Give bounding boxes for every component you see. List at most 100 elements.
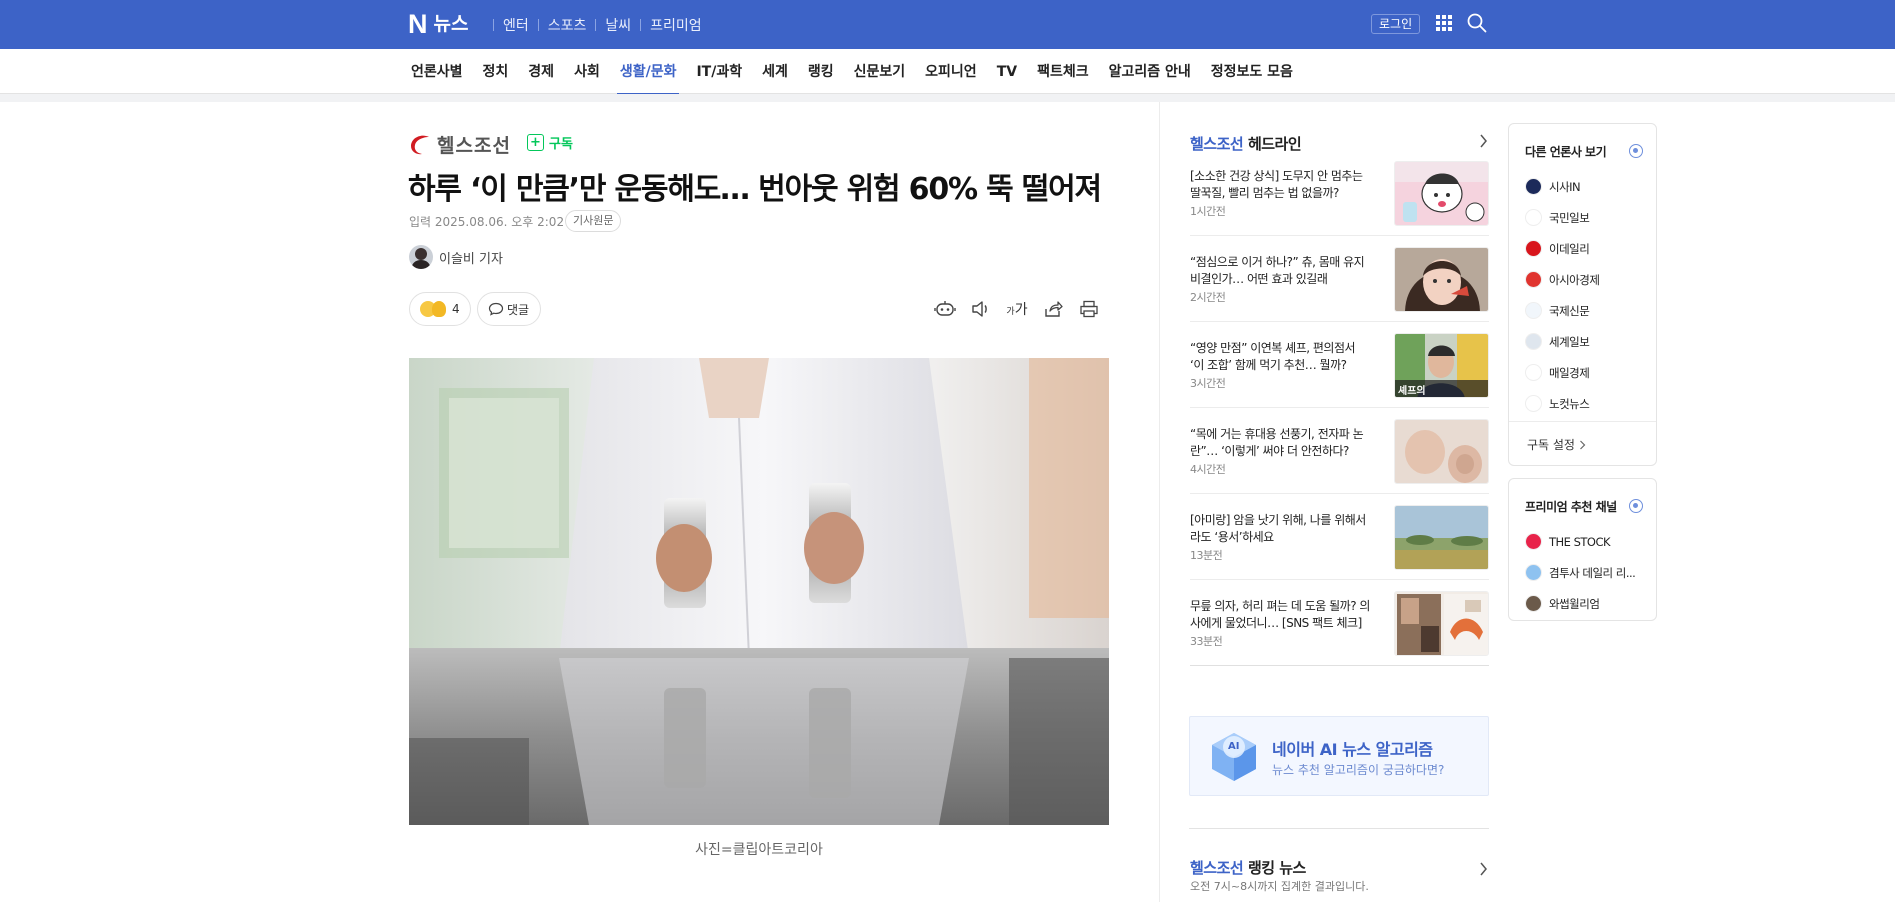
- reaction-count: 4: [452, 302, 460, 316]
- news-thumbnail[interactable]: [1394, 419, 1489, 484]
- subscribe-button[interactable]: + 구독: [527, 133, 573, 152]
- font-size-small-glyph: 가: [1006, 307, 1015, 317]
- channel-item[interactable]: 겸투사 데일리 리...: [1525, 557, 1636, 588]
- channel-logo-icon: [1525, 533, 1542, 550]
- share-icon: [1045, 301, 1063, 317]
- ranking-title-label: 랭킹 뉴스: [1247, 859, 1306, 877]
- press-item-name: 국제신문: [1549, 303, 1590, 318]
- section-divider: [1189, 828, 1489, 829]
- press-logo[interactable]: 헬스조선: [409, 131, 511, 158]
- apps-grid-icon[interactable]: [1436, 15, 1452, 31]
- reporter-avatar: [409, 245, 433, 269]
- channel-logo-icon: [1525, 595, 1542, 612]
- ai-cube-icon: AI: [1208, 729, 1260, 787]
- category-opinion[interactable]: 오피니언: [915, 49, 987, 94]
- subscription-settings-link[interactable]: 구독 설정: [1527, 436, 1586, 453]
- channel-item[interactable]: 와썹윌리엄: [1525, 588, 1635, 619]
- category-tv[interactable]: TV: [987, 49, 1027, 94]
- login-button[interactable]: 로그인: [1371, 14, 1421, 34]
- ranking-press-name: 헬스조선: [1190, 859, 1244, 877]
- press-item-name: 아시아경제: [1549, 272, 1600, 287]
- news-title: “목에 거는 휴대용 선풍기, 전자파 논란”… ‘이렇게’ 써야 더 안전하다…: [1190, 427, 1364, 458]
- category-economy[interactable]: 경제: [518, 49, 564, 94]
- category-life-culture[interactable]: 생활/문화: [610, 49, 687, 95]
- category-by-press[interactable]: 언론사별: [401, 49, 473, 94]
- press-logo-icon: [1525, 364, 1542, 381]
- press-item[interactable]: 세계일보: [1525, 326, 1599, 357]
- original-article-button[interactable]: 기사원문: [565, 210, 622, 232]
- premium-title: 프리미엄 추천 채널: [1525, 500, 1617, 514]
- press-item-name: 노컷뉴스: [1549, 396, 1590, 411]
- news-text: “목에 거는 휴대용 선풍기, 전자파 논란”… ‘이렇게’ 써야 더 안전하다…: [1190, 426, 1370, 478]
- press-item[interactable]: 이데일리: [1525, 233, 1599, 264]
- news-text: [소소한 건강 상식] 도무지 안 멈추는 딸꾹질, 빨리 멈추는 법 없을까?…: [1190, 168, 1370, 220]
- top-link-premium[interactable]: 프리미엄: [650, 15, 702, 35]
- list-item[interactable]: [아미랑] 암을 낫기 위해, 나를 위해서라도 ‘용서’하세요 13분전: [1190, 494, 1489, 580]
- article-photo: [409, 358, 1109, 825]
- press-item[interactable]: 매일경제: [1525, 357, 1599, 388]
- category-it-science[interactable]: IT/과학: [686, 49, 752, 94]
- news-thumbnail[interactable]: [1394, 247, 1489, 312]
- top-link-entertainment[interactable]: 엔터: [503, 15, 529, 35]
- refresh-icon[interactable]: [1629, 144, 1643, 158]
- comment-button[interactable]: 댓글: [477, 292, 541, 326]
- list-item[interactable]: “목에 거는 휴대용 선풍기, 전자파 논란”… ‘이렇게’ 써야 더 안전하다…: [1190, 408, 1489, 494]
- list-item[interactable]: “영양 만점” 이연복 셰프, 편의점서 ‘이 조합’ 함께 먹기 추천… 뭘까…: [1190, 322, 1489, 408]
- ai-algorithm-banner[interactable]: AI 네이버 AI 뉴스 알고리즘 뉴스 추천 알고리즘이 궁금하다면?: [1189, 716, 1489, 796]
- channel-item-name: 와썹윌리엄: [1549, 596, 1600, 611]
- nav-separator: [493, 19, 494, 31]
- list-item[interactable]: [소소한 건강 상식] 도무지 안 멈추는 딸꾹질, 빨리 멈추는 법 없을까?…: [1190, 150, 1489, 236]
- news-time: 3시간전: [1190, 377, 1226, 390]
- press-logo-icon: [1525, 240, 1542, 257]
- naver-news-logo[interactable]: N 뉴스: [408, 11, 469, 38]
- category-algorithm[interactable]: 알고리즘 안내: [1099, 49, 1201, 94]
- nav-separator: [537, 19, 539, 31]
- text-to-speech-button[interactable]: [963, 298, 999, 320]
- top-link-sports[interactable]: 스포츠: [548, 15, 587, 35]
- news-thumbnail[interactable]: [1394, 161, 1489, 226]
- print-button[interactable]: [1071, 298, 1107, 320]
- chevron-right-icon: [1580, 440, 1586, 449]
- top-service-nav: 엔터 스포츠 날씨 프리미엄: [484, 15, 702, 35]
- share-button[interactable]: [1035, 298, 1071, 320]
- top-link-weather[interactable]: 날씨: [605, 15, 631, 35]
- category-corrections[interactable]: 정정보도 모음: [1201, 49, 1303, 94]
- news-time: 33분전: [1190, 635, 1223, 648]
- news-thumbnail[interactable]: [1394, 505, 1489, 570]
- news-thumbnail[interactable]: 셰프의: [1394, 333, 1489, 398]
- category-factcheck[interactable]: 팩트체크: [1027, 49, 1099, 94]
- press-item[interactable]: 아시아경제: [1525, 264, 1600, 295]
- news-logo-text: 뉴스: [433, 13, 469, 35]
- category-ranking[interactable]: 랭킹: [798, 49, 844, 94]
- refresh-icon[interactable]: [1629, 499, 1643, 513]
- press-item-name: 이데일리: [1549, 241, 1590, 256]
- news-thumbnail[interactable]: [1394, 591, 1489, 656]
- category-newspaper[interactable]: 신문보기: [844, 49, 916, 94]
- news-title: [아미랑] 암을 낫기 위해, 나를 위해서라도 ‘용서’하세요: [1190, 513, 1366, 544]
- category-society[interactable]: 사회: [564, 49, 610, 94]
- reaction-button[interactable]: 4: [409, 292, 471, 326]
- press-item[interactable]: 시사IN: [1525, 171, 1599, 202]
- list-item[interactable]: “점심으로 이거 하나?” 츄, 몸매 유지 비결인가… 어떤 효과 있길래 2…: [1190, 236, 1489, 322]
- speech-bubble-icon: [488, 302, 504, 316]
- press-item[interactable]: 노컷뉴스: [1525, 388, 1599, 419]
- category-world[interactable]: 세계: [752, 49, 798, 94]
- font-size-large-glyph: 가: [1014, 302, 1028, 318]
- channel-item-name: 겸투사 데일리 리...: [1549, 565, 1636, 580]
- summary-bot-button[interactable]: [927, 298, 963, 320]
- chevron-right-icon[interactable]: [1479, 862, 1488, 876]
- press-item[interactable]: 국제신문: [1525, 295, 1599, 326]
- press-item-name: 시사IN: [1549, 179, 1581, 194]
- nav-separator: [595, 19, 597, 31]
- news-title: “영양 만점” 이연복 셰프, 편의점서 ‘이 조합’ 함께 먹기 추천… 뭘까…: [1190, 341, 1356, 372]
- ranking-news-title[interactable]: 헬스조선 랭킹 뉴스: [1190, 857, 1306, 878]
- press-item[interactable]: 국민일보: [1525, 202, 1599, 233]
- channel-item[interactable]: THE STOCK: [1525, 526, 1635, 557]
- list-item[interactable]: 무릎 의자, 허리 펴는 데 도움 될까? 의사에게 물었더니… [SNS 팩트…: [1190, 580, 1489, 666]
- search-icon[interactable]: [1467, 13, 1487, 33]
- reporter[interactable]: 이슬비 기자: [409, 245, 503, 269]
- font-size-button[interactable]: 가가: [999, 298, 1035, 320]
- subscribe-label: 구독: [549, 137, 573, 152]
- chevron-right-icon[interactable]: [1479, 134, 1488, 148]
- category-politics[interactable]: 정치: [473, 49, 519, 94]
